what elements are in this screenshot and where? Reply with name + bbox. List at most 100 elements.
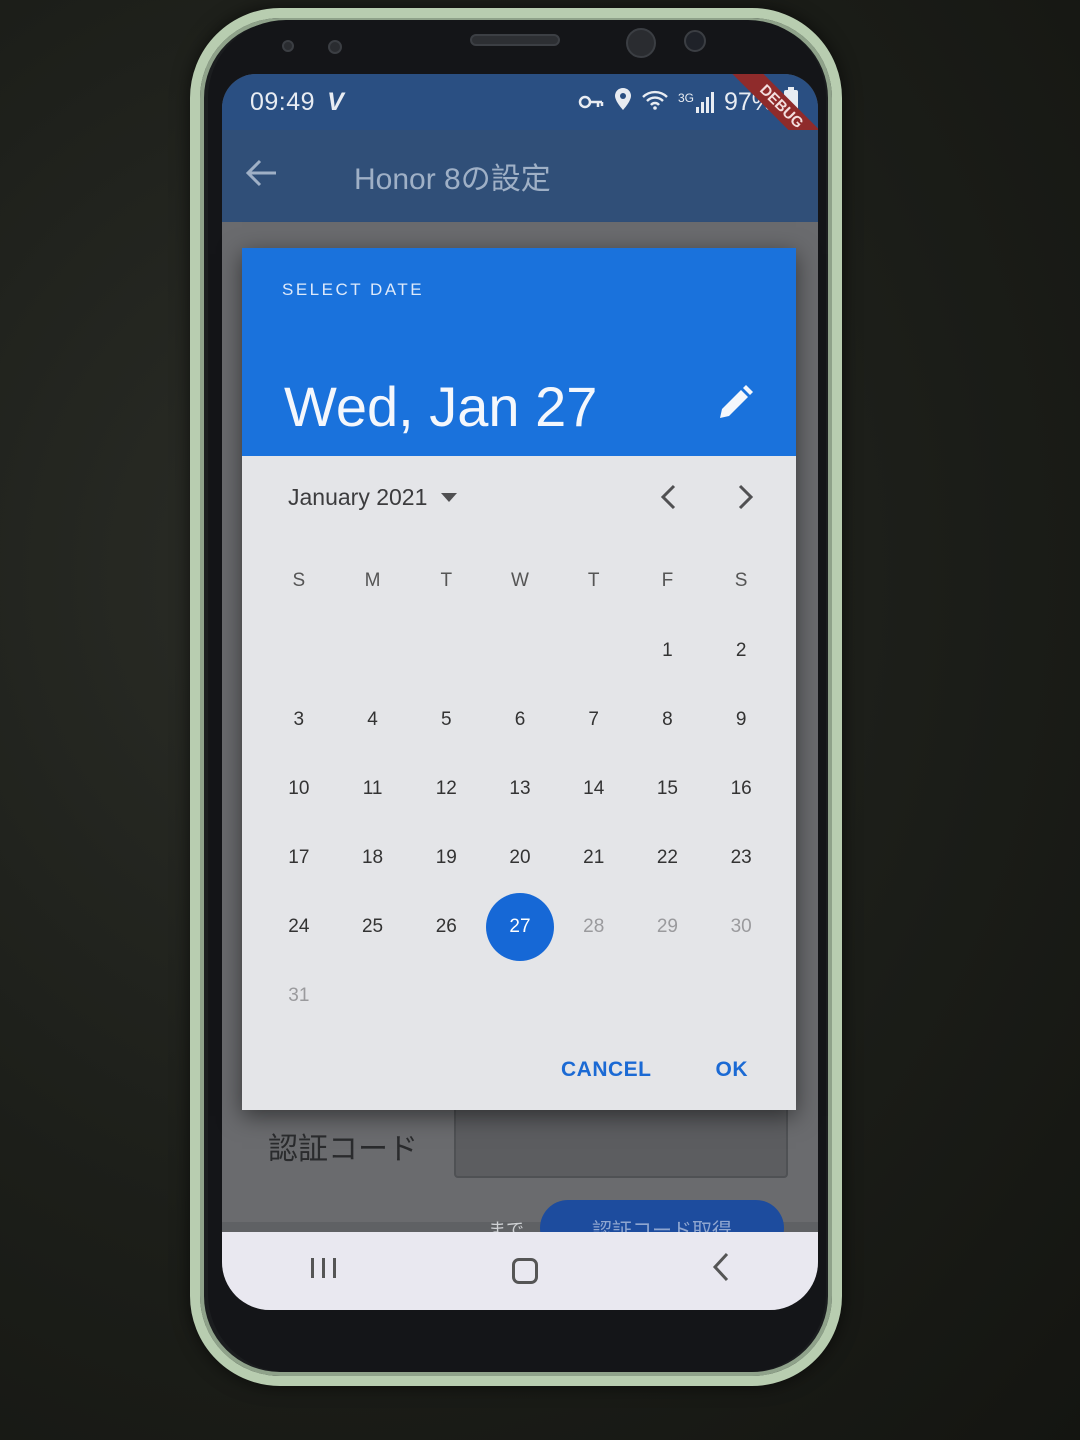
calendar-day[interactable]: 19	[409, 823, 483, 892]
calendar-day-number: 18	[361, 846, 384, 868]
wifi-icon	[642, 88, 668, 117]
verify-code-input[interactable]	[454, 1104, 788, 1178]
app-bar: Honor 8の設定	[222, 130, 818, 222]
key-icon	[578, 88, 604, 117]
front-camera-icon	[626, 28, 656, 58]
calendar-day-number: 26	[435, 915, 457, 937]
chevron-right-icon[interactable]	[734, 482, 758, 512]
calendar-day-number: 4	[367, 708, 378, 730]
weekday-label: S	[292, 570, 306, 591]
month-label: January 2021	[288, 484, 428, 510]
home-icon[interactable]	[511, 1258, 538, 1284]
location-icon	[614, 87, 632, 118]
dialog-actions: CANCEL OK	[561, 1058, 748, 1082]
chevron-left-icon[interactable]	[656, 482, 680, 512]
sensor-icon	[684, 30, 706, 52]
calendar-day[interactable]: 21	[557, 823, 631, 892]
calendar-day[interactable]: 18	[336, 823, 410, 892]
month-year-selector[interactable]: January 2021	[288, 484, 458, 511]
calendar-day-empty	[409, 616, 483, 685]
proximity-sensor-icon	[282, 40, 294, 52]
calendar-day-number: 28	[583, 915, 605, 937]
cancel-button[interactable]: CANCEL	[561, 1058, 652, 1082]
calendar-day[interactable]: 8	[631, 685, 705, 754]
calendar-day[interactable]: 12	[409, 754, 483, 823]
calendar-day-number: 21	[583, 846, 605, 868]
calendar-day-number	[486, 617, 554, 685]
recent-apps-icon[interactable]	[309, 1255, 339, 1287]
calendar-day[interactable]: 20	[483, 823, 557, 892]
calendar-day-number: 20	[509, 846, 531, 868]
dialog-header: SELECT DATE Wed, Jan 27	[242, 248, 796, 456]
calendar-day: 31	[262, 961, 336, 1030]
calendar-day[interactable]: 2	[704, 616, 778, 685]
calendar-day-number: 12	[435, 777, 457, 799]
calendar-day-number	[560, 617, 628, 685]
back-chevron-icon[interactable]	[711, 1252, 731, 1291]
dropdown-arrow-icon	[441, 493, 458, 502]
weekday-label: T	[440, 570, 453, 591]
calendar-day-number: 25	[361, 915, 384, 937]
calendar-day: 30	[704, 892, 778, 961]
calendar-day: 28	[557, 892, 631, 961]
weekday-label: W	[511, 570, 529, 591]
calendar-day[interactable]: 23	[704, 823, 778, 892]
calendar-day-number: 8	[662, 708, 673, 730]
weekday-label: T	[587, 570, 600, 591]
light-sensor-icon	[328, 40, 342, 54]
calendar-day-number: 16	[730, 777, 752, 799]
calendar-day-number: 15	[656, 777, 678, 799]
calendar-day[interactable]: 9	[704, 685, 778, 754]
calendar-day[interactable]: 6	[483, 685, 557, 754]
calendar-day-number: 10	[288, 777, 310, 799]
calendar-day-number: 6	[514, 708, 526, 730]
earpiece-speaker	[470, 34, 560, 46]
calendar-day-number: 27	[485, 892, 554, 961]
calendar-day-number: 31	[288, 984, 310, 1006]
status-bar: 09:49 V 3G 97% DEBUG	[222, 74, 818, 168]
calendar-day[interactable]: 22	[631, 823, 705, 892]
status-time: 09:49	[250, 87, 316, 116]
calendar-days-grid: 1 2 3 4 5 6 7 8 9 10 11 12 13 14 15 16 17 18 19 20 21 22 23 24 2…	[262, 616, 778, 1030]
calendar-day[interactable]: 11	[336, 754, 410, 823]
page-title: Honor 8の設定	[354, 163, 551, 196]
calendar-day[interactable]: 4	[336, 685, 410, 754]
weekday-label: F	[661, 570, 674, 591]
calendar-day-empty	[336, 616, 410, 685]
calendar-day-number: 13	[509, 777, 531, 799]
status-check-icon: V	[327, 87, 344, 116]
calendar-day-number: 2	[735, 639, 747, 661]
calendar-day[interactable]: 14	[557, 754, 631, 823]
calendar-day-number	[412, 617, 480, 685]
calendar-day[interactable]: 16	[704, 754, 778, 823]
calendar-day-selected[interactable]: 27	[483, 892, 557, 961]
arrow-left-icon[interactable]	[245, 157, 306, 196]
calendar-day[interactable]: 26	[409, 892, 483, 961]
verify-code-label: 認証コード	[268, 1133, 418, 1166]
calendar-day-number	[339, 617, 407, 685]
calendar-day-number: 24	[288, 915, 310, 937]
calendar-day-number: 17	[288, 846, 310, 868]
calendar-day[interactable]: 15	[631, 754, 705, 823]
calendar-day[interactable]: 5	[409, 685, 483, 754]
selected-date-display: Wed, Jan 27	[284, 375, 598, 438]
network-type-label: 3G	[677, 91, 694, 105]
calendar-day[interactable]: 3	[262, 685, 336, 754]
pencil-icon[interactable]	[716, 384, 754, 422]
calendar-day[interactable]: 1	[631, 616, 705, 685]
calendar-day-number: 9	[735, 708, 747, 730]
date-picker-dialog: SELECT DATE Wed, Jan 27 January 2021 S M…	[242, 248, 796, 1110]
ok-button[interactable]: OK	[716, 1058, 749, 1082]
calendar-day[interactable]: 10	[262, 754, 336, 823]
calendar-day[interactable]: 24	[262, 892, 336, 961]
calendar-day-empty	[483, 616, 557, 685]
navigation-bar	[222, 1232, 818, 1310]
calendar-day-number: 30	[730, 915, 752, 937]
calendar-day[interactable]: 25	[336, 892, 410, 961]
calendar-day[interactable]: 7	[557, 685, 631, 754]
calendar-day[interactable]: 17	[262, 823, 336, 892]
calendar-day[interactable]: 13	[483, 754, 557, 823]
calendar-day-number: 3	[293, 708, 305, 730]
calendar-day-number: 7	[588, 708, 599, 730]
calendar-day-number: 11	[362, 777, 383, 799]
